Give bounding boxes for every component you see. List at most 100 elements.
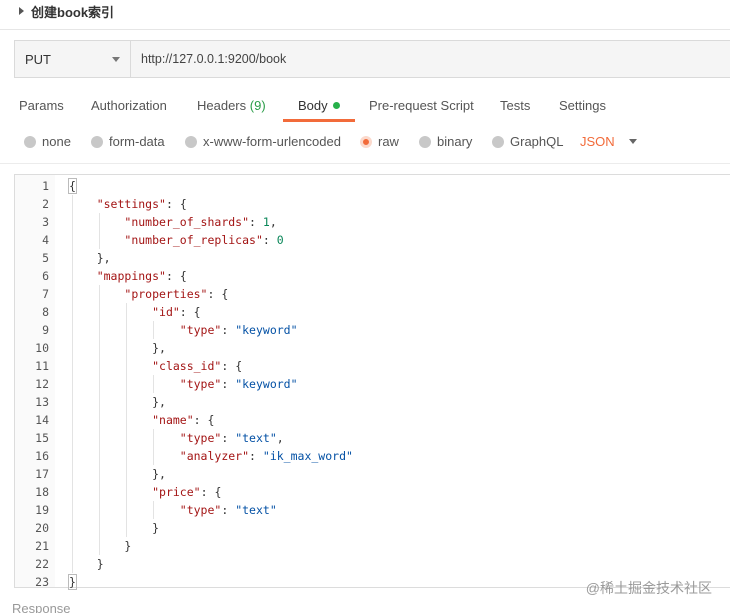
line-number: 10 (35, 341, 49, 355)
radio-icon (492, 135, 504, 148)
tab-params[interactable]: Params (19, 96, 64, 118)
line-number: 18 (35, 485, 49, 499)
radio-label: binary (437, 134, 473, 149)
url-bar: PUT http://127.0.0.1:9200/book (14, 40, 730, 78)
code-line: 10 }, (35, 339, 730, 357)
line-number: 6 (42, 269, 49, 283)
expand-caret-icon[interactable] (19, 7, 24, 15)
code-line: 11 "class_id": { (35, 357, 730, 375)
radio-x-www-form-urlencoded[interactable]: x-www-form-urlencoded (185, 134, 341, 149)
code-line: 13 }, (35, 393, 730, 411)
code-line: 2 "settings": { (42, 195, 730, 213)
tab-label: Pre-request Script (369, 98, 474, 113)
line-number: 14 (35, 413, 49, 427)
line-number: 21 (35, 539, 49, 553)
line-number: 15 (35, 431, 49, 445)
line-number: 17 (35, 467, 49, 481)
line-number: 19 (35, 503, 49, 517)
line-number: 7 (42, 287, 49, 301)
radio-icon (24, 135, 36, 148)
headers-count-badge: (9) (249, 98, 266, 113)
code-text: } (152, 521, 160, 535)
line-number: 11 (35, 359, 49, 373)
tab-authorization[interactable]: Authorization (91, 96, 167, 118)
code-line: 1{ (42, 177, 730, 195)
line-number: 4 (42, 233, 49, 247)
radio-label: GraphQL (510, 134, 564, 149)
code-text: "mappings": { (96, 269, 187, 283)
line-number: 8 (42, 305, 49, 319)
code-text: "number_of_replicas": 0 (124, 233, 284, 247)
radio-binary[interactable]: binary (419, 134, 472, 149)
code-line: 7 "properties": { (42, 285, 730, 303)
tab-label: Body (298, 98, 328, 113)
active-dot-icon (332, 102, 340, 109)
code-line: 5 }, (42, 249, 730, 267)
tab-label: Headers (197, 98, 247, 113)
watermark: @稀土掘金技术社区 (585, 580, 712, 596)
tab-pre-request-script[interactable]: Pre-request Script (369, 96, 474, 118)
line-number: 3 (42, 215, 49, 229)
code-text: "analyzer": "ik_max_word" (179, 449, 353, 463)
radio-none[interactable]: none (24, 134, 71, 149)
code-line: 12 "type": "keyword" (35, 375, 730, 393)
code-line: 20 } (35, 519, 730, 537)
line-number: 22 (35, 557, 49, 571)
line-number: 2 (42, 197, 49, 211)
chevron-down-icon (112, 56, 120, 62)
request-tabs: Params Authorization Headers (9) Body Pr… (0, 96, 730, 122)
code-text: } (96, 557, 104, 571)
radio-raw[interactable]: raw (360, 134, 399, 149)
request-page: 创建book索引 PUT http://127.0.0.1:9200/book … (0, 0, 730, 613)
code-text: "type": "keyword" (179, 323, 298, 337)
radio-icon (419, 135, 431, 148)
request-title-bar[interactable]: 创建book索引 (0, 0, 730, 22)
code-line: 22 } (35, 555, 730, 573)
code-line: 16 "analyzer": "ik_max_word" (35, 447, 730, 465)
line-number: 23 (35, 575, 49, 589)
line-number: 20 (35, 521, 49, 535)
radio-graphql[interactable]: GraphQL (492, 134, 563, 149)
code-line: 4 "number_of_replicas": 0 (42, 231, 730, 249)
code-text: }, (152, 395, 166, 409)
format-label: JSON (580, 134, 615, 149)
line-number: 9 (42, 323, 49, 337)
tab-label: Authorization (91, 98, 167, 113)
radio-form-data[interactable]: form-data (91, 134, 165, 149)
response-label: Response (12, 601, 71, 613)
line-number: 1 (42, 179, 49, 193)
tab-label: Params (19, 98, 64, 113)
code-text: "type": "text", (179, 431, 284, 445)
code-text: "type": "text" (179, 503, 277, 517)
tab-tests[interactable]: Tests (500, 96, 530, 118)
code-line: 8 "id": { (42, 303, 730, 321)
code-text: }, (152, 341, 166, 355)
radio-icon (91, 135, 103, 148)
code-line: 14 "name": { (35, 411, 730, 429)
code-text: }, (152, 467, 166, 481)
request-title: 创建book索引 (31, 4, 115, 20)
code-line: 6 "mappings": { (42, 267, 730, 285)
code-text: "name": { (152, 413, 215, 427)
line-number: 12 (35, 377, 49, 391)
code-line: 9 "type": "keyword" (42, 321, 730, 339)
url-input[interactable]: http://127.0.0.1:9200/book (131, 41, 730, 77)
line-number: 16 (35, 449, 49, 463)
tab-headers[interactable]: Headers (9) (197, 96, 266, 118)
code-editor[interactable]: 1{2 "settings": {3 "number_of_shards": 1… (14, 174, 730, 590)
chevron-down-icon (628, 139, 637, 144)
code-text: } (68, 574, 77, 590)
code-line: 3 "number_of_shards": 1, (42, 213, 730, 231)
tab-settings[interactable]: Settings (559, 96, 606, 118)
tab-body[interactable]: Body (298, 96, 340, 118)
active-tab-indicator (283, 119, 355, 122)
code-text: "properties": { (124, 287, 229, 301)
code-text: "price": { (152, 485, 222, 499)
format-select[interactable]: JSON (580, 134, 637, 149)
method-select[interactable]: PUT (15, 41, 131, 77)
tab-label: Settings (559, 98, 606, 113)
code-area[interactable]: 1{2 "settings": {3 "number_of_shards": 1… (35, 175, 730, 590)
code-text: } (124, 539, 132, 553)
code-text: "id": { (152, 305, 201, 319)
code-text: "number_of_shards": 1, (124, 215, 277, 229)
